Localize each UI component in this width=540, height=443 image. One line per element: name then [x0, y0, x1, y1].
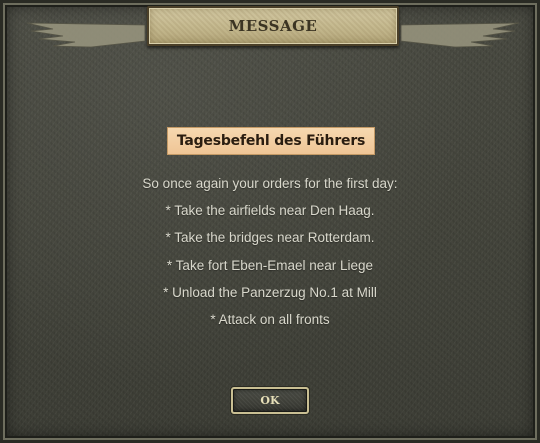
title-plate: MESSAGE — [147, 6, 399, 46]
order-banner: Tagesbefehl des Führers — [167, 127, 375, 155]
left-wing-icon — [26, 22, 146, 48]
ok-button-label: OK — [260, 394, 280, 407]
dialog-title: MESSAGE — [228, 17, 318, 35]
order-item: * Take the bridges near Rotterdam. — [165, 230, 375, 246]
order-item: * Take fort Eben-Emael near Liege — [166, 257, 374, 273]
order-item: * Attack on all fronts — [210, 311, 330, 327]
orders-intro: So once again your orders for the first … — [142, 176, 398, 191]
order-item: * Take the airfields near Den Haag. — [165, 203, 375, 219]
order-item: * Unload the Panzerzug No.1 at Mill — [163, 284, 377, 300]
message-dialog: MESSAGE Tagesbefehl des Führers So once … — [0, 0, 540, 443]
ok-button[interactable]: OK — [231, 387, 309, 414]
orders-list: So once again your orders for the first … — [3, 173, 537, 336]
right-wing-icon — [400, 22, 520, 48]
